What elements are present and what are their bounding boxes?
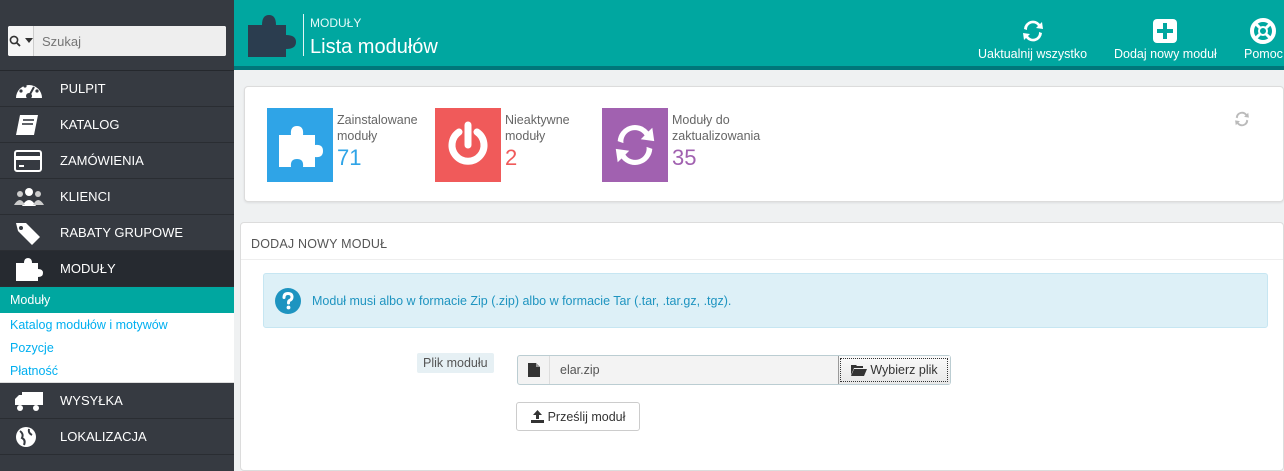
sidebar: PULPIT KATALOG ZAMÓWIENIA KLIENCI RABATY… xyxy=(0,0,234,471)
submenu-label: Pozycje xyxy=(10,340,54,355)
add-module-button[interactable]: Dodaj nowy moduł xyxy=(1114,17,1217,61)
nav-label: LOKALIZACJA xyxy=(60,429,147,444)
kpi-installed-modules[interactable]: Zainstalowane moduły 71 xyxy=(267,108,418,182)
puzzle-icon xyxy=(267,108,333,182)
file-label: Plik modułu xyxy=(417,353,494,373)
file-icon xyxy=(518,356,550,384)
update-all-label: Uaktualnij wszystko xyxy=(978,47,1088,61)
submenu-item-katalog-modulow[interactable]: Katalog modułów i motywów xyxy=(0,313,234,336)
nav-item-moduly[interactable]: MODUŁY xyxy=(0,251,234,287)
nav-label: KLIENCI xyxy=(60,189,111,204)
nav-item-pulpit[interactable]: PULPIT xyxy=(0,71,234,107)
search-icon xyxy=(9,35,21,47)
kpi-label-line2: moduły xyxy=(337,129,378,143)
nav-item-zamowienia[interactable]: ZAMÓWIENIA xyxy=(0,143,234,179)
add-module-label: Dodaj nowy moduł xyxy=(1114,47,1217,61)
nav-item-lokalizacja[interactable]: LOKALIZACJA xyxy=(0,419,234,455)
tags-icon xyxy=(14,220,46,246)
submenu-label: Moduły xyxy=(10,293,51,307)
dashboard-icon xyxy=(14,76,46,102)
choose-file-label: Wybierz plik xyxy=(870,363,938,377)
nav-label: WYSYŁKA xyxy=(60,393,123,408)
folder-open-icon xyxy=(851,365,868,376)
nav-item-katalog[interactable]: KATALOG xyxy=(0,107,234,143)
help-label: Pomoc xyxy=(1244,47,1283,61)
kpi-inactive-modules[interactable]: Nieaktywne moduły 2 xyxy=(435,108,570,182)
add-module-panel: DODAJ NOWY MODUŁ Moduł musi albo w forma… xyxy=(240,222,1284,471)
nav-label: RABATY GRUPOWE xyxy=(60,225,184,240)
kpi-value: 71 xyxy=(337,145,362,170)
upload-label: Prześlij moduł xyxy=(547,409,626,424)
kpi-panel: Zainstalowane moduły 71 Nieaktywne moduł… xyxy=(244,86,1284,202)
search-area xyxy=(0,0,234,71)
book-icon xyxy=(14,112,46,138)
file-input-group[interactable]: elar.zip Wybierz plik xyxy=(517,355,951,385)
help-button[interactable]: Pomoc xyxy=(1244,17,1283,61)
puzzle-icon xyxy=(14,256,46,282)
puzzle-icon xyxy=(244,13,300,63)
divider xyxy=(241,259,1283,260)
submenu: Moduły Katalog modułów i motywów Pozycje… xyxy=(0,287,234,383)
refresh-icon xyxy=(1235,111,1249,127)
nav-item-rabaty-grupowe[interactable]: RABATY GRUPOWE xyxy=(0,215,234,251)
power-icon xyxy=(435,108,501,182)
truck-icon xyxy=(14,388,46,414)
kpi-modules-to-update[interactable]: Moduły do zaktualizowania 35 xyxy=(602,108,760,182)
plus-square-icon xyxy=(1152,17,1178,45)
search-input[interactable] xyxy=(34,26,226,56)
caret-down-icon xyxy=(24,38,33,43)
kpi-label-line1: Nieaktywne xyxy=(505,113,570,127)
refresh-icon xyxy=(602,108,668,182)
credit-card-icon xyxy=(14,148,46,174)
kpi-text: Zainstalowane moduły 71 xyxy=(333,108,418,182)
question-circle-icon xyxy=(275,287,301,314)
panel-heading: DODAJ NOWY MODUŁ xyxy=(251,237,388,251)
upload-module-button[interactable]: Prześlij moduł xyxy=(516,402,640,431)
file-name-field[interactable]: elar.zip xyxy=(550,356,838,384)
nav-item-klienci[interactable]: KLIENCI xyxy=(0,179,234,215)
submenu-label: Płatność xyxy=(10,363,58,378)
nav-label: ZAMÓWIENIA xyxy=(60,153,144,168)
update-all-button[interactable]: Uaktualnij wszystko xyxy=(978,17,1087,61)
globe-icon xyxy=(14,424,46,450)
submenu-item-platnosc[interactable]: Płatność xyxy=(0,359,234,382)
kpi-refresh-button[interactable] xyxy=(1233,110,1251,133)
nav-item-wysylka[interactable]: WYSYŁKA xyxy=(0,383,234,419)
kpi-label-line2: zaktualizowania xyxy=(672,129,761,143)
page-title: Lista modułów xyxy=(310,36,438,58)
kpi-text: Nieaktywne moduły 2 xyxy=(501,108,570,182)
submenu-item-pozycje[interactable]: Pozycje xyxy=(0,336,234,359)
kpi-label-line2: moduły xyxy=(505,129,546,143)
search-type-dropdown[interactable] xyxy=(8,26,34,56)
header-separator xyxy=(303,14,304,56)
users-icon xyxy=(14,184,46,210)
alert-text: Moduł musi albo w formacie Zip (.zip) al… xyxy=(312,293,732,308)
page-header: MODUŁY Lista modułów Uaktualnij wszystko… xyxy=(234,0,1284,70)
nav-label: MODUŁY xyxy=(60,261,116,276)
choose-file-button[interactable]: Wybierz plik xyxy=(838,356,950,384)
nav-label: PULPIT xyxy=(60,81,106,96)
submenu-item-moduly[interactable]: Moduły xyxy=(0,287,234,313)
breadcrumb[interactable]: MODUŁY xyxy=(310,16,361,30)
submenu-label: Katalog modułów i motywów xyxy=(10,317,168,332)
lifebuoy-icon xyxy=(1250,17,1277,45)
info-alert: Moduł musi albo w formacie Zip (.zip) al… xyxy=(263,273,1268,328)
upload-icon xyxy=(530,410,544,423)
kpi-text: Moduły do zaktualizowania 35 xyxy=(668,108,760,182)
kpi-value: 2 xyxy=(505,145,518,170)
refresh-icon xyxy=(1020,17,1046,45)
search-box xyxy=(8,26,226,56)
kpi-label-line1: Moduły do xyxy=(672,113,730,127)
nav-label: KATALOG xyxy=(60,117,120,132)
kpi-label-line1: Zainstalowane xyxy=(337,113,418,127)
kpi-value: 35 xyxy=(672,145,697,170)
